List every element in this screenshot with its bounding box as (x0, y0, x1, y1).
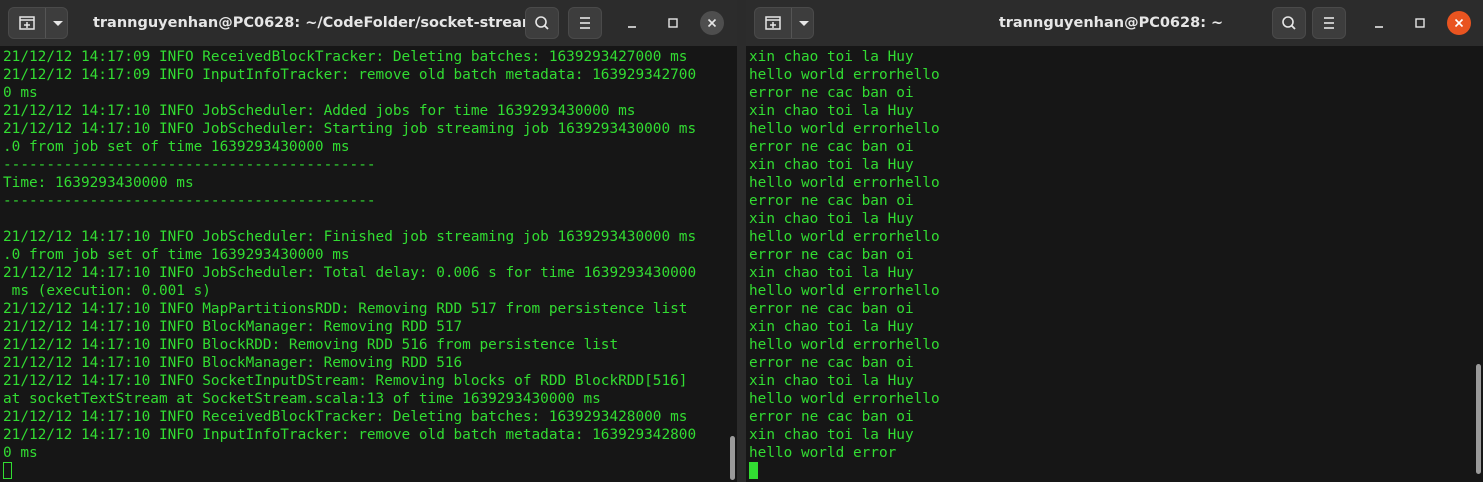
terminal-line: xin chao toi la Huy (749, 373, 914, 389)
terminal-line: hello world errorhello (749, 337, 940, 353)
scrollbar[interactable] (727, 46, 737, 482)
scrollbar-thumb[interactable] (730, 436, 735, 480)
terminal-line: error ne cac ban oi (749, 409, 914, 425)
terminal-line: error ne cac ban oi (749, 301, 914, 317)
terminal-line: 21/12/12 14:17:10 INFO SocketInputDStrea… (3, 373, 688, 389)
terminal-line (749, 462, 1473, 480)
terminal-line: error ne cac ban oi (749, 139, 914, 155)
terminal-line: ----------------------------------------… (3, 157, 376, 173)
terminal-line: hello world errorhello (749, 391, 940, 407)
terminal-window-left[interactable]: trannguyenhan@PC0628: ~/CodeFolder/socke… (0, 0, 737, 482)
new-tab-icon (765, 16, 781, 30)
new-tab-button-group (754, 7, 814, 39)
terminal-line: 21/12/12 14:17:09 INFO InputInfoTracker:… (3, 67, 697, 83)
terminal-line: 21/12/12 14:17:10 INFO MapPartitionsRDD:… (3, 301, 688, 317)
terminal-output[interactable]: xin chao toi la Huy hello world errorhell… (746, 46, 1473, 482)
terminal-line: 21/12/12 14:17:10 INFO BlockRDD: Removin… (3, 337, 619, 353)
search-button[interactable] (525, 7, 559, 39)
new-tab-button-group (8, 7, 68, 39)
terminal-line: 21/12/12 14:17:10 INFO ReceivedBlockTrac… (3, 409, 688, 425)
maximize-icon (668, 18, 678, 28)
chevron-down-icon (53, 21, 63, 26)
terminal-line: error ne cac ban oi (749, 247, 914, 263)
terminal-line: 21/12/12 14:17:10 INFO JobScheduler: Tot… (3, 265, 697, 281)
scrollbar[interactable] (1473, 46, 1483, 482)
terminal-output[interactable]: 21/12/12 14:17:09 INFO ReceivedBlockTrac… (0, 46, 727, 482)
chevron-down-icon (799, 21, 809, 26)
terminal-line: 0 ms (3, 85, 38, 101)
terminal-line: ----------------------------------------… (3, 193, 376, 209)
close-button[interactable] (700, 11, 724, 35)
minimize-button[interactable] (620, 11, 644, 35)
terminal-line: xin chao toi la Huy (749, 427, 914, 443)
search-icon (535, 16, 549, 30)
maximize-button[interactable] (661, 11, 685, 35)
window-separator (737, 0, 746, 482)
terminal-line: error ne cac ban oi (749, 85, 914, 101)
terminal-line: at socketTextStream at SocketStream.scal… (3, 391, 601, 407)
terminal-line: error ne cac ban oi (749, 193, 914, 209)
terminal-line: ms (execution: 0.001 s) (3, 283, 211, 299)
terminal-line: error ne cac ban oi (749, 355, 914, 371)
terminal-line: 21/12/12 14:17:10 INFO JobScheduler: Sta… (3, 121, 697, 137)
text-cursor (749, 462, 758, 479)
tab-menu-button[interactable] (791, 8, 815, 38)
close-icon (1454, 18, 1464, 28)
terminal-line: .0 from job set of time 1639293430000 ms (3, 139, 350, 155)
window-title: trannguyenhan@PC0628: ~/CodeFolder/socke… (92, 15, 538, 31)
search-icon (1282, 16, 1296, 30)
scrollbar-thumb[interactable] (1476, 364, 1481, 474)
terminal-line: hello world errorhello (749, 121, 940, 137)
hamburger-menu-button[interactable] (1312, 7, 1346, 39)
terminal-line: 21/12/12 14:17:10 INFO InputInfoTracker:… (3, 427, 697, 443)
terminal-window-right[interactable]: trannguyenhan@PC0628: ~ xin chao toi la … (746, 0, 1483, 482)
new-tab-button[interactable] (9, 8, 45, 38)
maximize-button[interactable] (1408, 11, 1432, 35)
terminal-line: xin chao toi la Huy (749, 265, 914, 281)
minimize-icon (1375, 26, 1383, 28)
terminal-line: hello world errorhello (749, 229, 940, 245)
terminal-line: 21/12/12 14:17:10 INFO JobScheduler: Add… (3, 103, 636, 119)
hamburger-menu-icon (1324, 17, 1334, 29)
terminal-line: xin chao toi la Huy (749, 49, 914, 65)
minimize-button[interactable] (1367, 11, 1391, 35)
close-icon (707, 18, 717, 28)
terminal-line: 21/12/12 14:17:10 INFO JobScheduler: Fin… (3, 229, 697, 245)
terminal-line: xin chao toi la Huy (749, 319, 914, 335)
new-tab-button[interactable] (755, 8, 791, 38)
search-button[interactable] (1272, 7, 1306, 39)
terminal-line: hello world error (749, 445, 897, 461)
maximize-icon (1415, 18, 1425, 28)
title-bar[interactable]: trannguyenhan@PC0628: ~ (746, 0, 1483, 46)
terminal-line: hello world errorhello (749, 175, 940, 191)
close-button[interactable] (1447, 11, 1471, 35)
new-tab-icon (19, 16, 35, 30)
tab-menu-button[interactable] (45, 8, 69, 38)
terminal-line: .0 from job set of time 1639293430000 ms (3, 247, 350, 263)
terminal-line: xin chao toi la Huy (749, 211, 914, 227)
terminal-line: 21/12/12 14:17:10 INFO BlockManager: Rem… (3, 319, 463, 335)
title-bar[interactable]: trannguyenhan@PC0628: ~/CodeFolder/socke… (0, 0, 737, 46)
terminal-line (3, 462, 727, 480)
minimize-icon (628, 26, 636, 28)
terminal-line: hello world errorhello (749, 67, 940, 83)
terminal-line: Time: 1639293430000 ms (3, 175, 194, 191)
terminal-line: hello world errorhello (749, 283, 940, 299)
hamburger-menu-button[interactable] (568, 7, 602, 39)
window-title: trannguyenhan@PC0628: ~ (998, 15, 1224, 31)
terminal-line: 0 ms (3, 445, 38, 461)
terminal-line: 21/12/12 14:17:09 INFO ReceivedBlockTrac… (3, 49, 688, 65)
hamburger-menu-icon (580, 17, 590, 29)
terminal-line: xin chao toi la Huy (749, 103, 914, 119)
terminal-line: 21/12/12 14:17:10 INFO BlockManager: Rem… (3, 355, 463, 371)
text-cursor (3, 462, 12, 479)
terminal-line: xin chao toi la Huy (749, 157, 914, 173)
